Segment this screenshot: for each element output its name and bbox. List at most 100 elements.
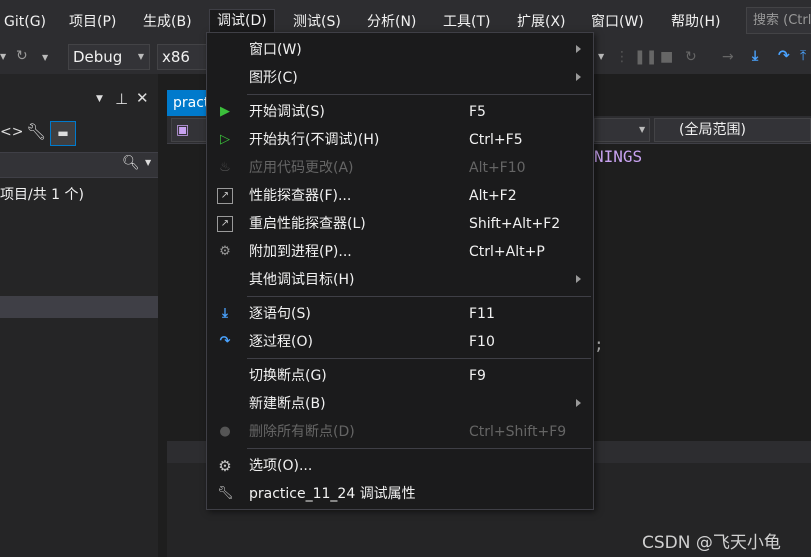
search-input[interactable]: 搜索 (Ctrl+Q) xyxy=(746,7,811,34)
menu-item-label: 应用代码更改(A) xyxy=(249,160,354,176)
menu-item-shortcut: Ctrl+Alt+P xyxy=(469,244,545,260)
flame-icon: ♨ xyxy=(219,160,231,175)
menu-item-apply-code-changes: ♨ 应用代码更改(A) Alt+F10 xyxy=(207,154,593,182)
menu-item-label: practice_11_24 调试属性 xyxy=(249,486,416,502)
step-out-icon[interactable]: ⤒ xyxy=(800,46,806,66)
menu-item-step-into[interactable]: ⤓ 逐语句(S) F11 xyxy=(207,300,593,328)
menu-item-label: 开始调试(S) xyxy=(249,104,325,120)
chevron-down-icon[interactable]: ▼ xyxy=(96,94,103,104)
menu-item-label: 其他调试目标(H) xyxy=(249,272,355,288)
editor-tab[interactable]: practice_11_24.c xyxy=(167,90,207,116)
play-outline-icon: ▷ xyxy=(220,132,230,147)
menu-project[interactable]: 项目(P) xyxy=(69,10,116,34)
menu-item-graphics[interactable]: 图形(C) xyxy=(207,64,593,92)
delete-breakpoints-icon: ● xyxy=(219,424,231,439)
project-icon: ▣ xyxy=(176,122,190,138)
panel-header: ▼ ⊥ ✕ xyxy=(0,88,158,116)
config-combo[interactable]: Debug ▼ xyxy=(68,44,150,70)
code-icon[interactable]: <> xyxy=(0,124,23,140)
pin-icon[interactable]: ⊥ xyxy=(115,90,128,108)
search-icon[interactable]: 🔍︎ xyxy=(122,155,140,171)
menu-test[interactable]: 测试(S) xyxy=(293,10,341,34)
chevron-down-icon[interactable]: ▼ xyxy=(145,158,151,167)
menu-item-label: 重启性能探查器(L) xyxy=(249,216,366,232)
step-over-icon[interactable]: ↷ xyxy=(778,46,790,66)
menu-item-label: 图形(C) xyxy=(249,70,298,86)
menu-git[interactable]: Git(G) xyxy=(4,10,46,34)
close-icon[interactable]: ✕ xyxy=(136,89,149,107)
step-over-icon: ↷ xyxy=(219,334,231,349)
watermark: CSDN @飞天小龟 xyxy=(642,533,781,553)
menu-separator xyxy=(247,358,591,359)
menu-item-options[interactable]: ⚙ 选项(O)... xyxy=(207,452,593,480)
chevron-down-icon: ▼ xyxy=(639,125,646,134)
menu-item-attach-to-process[interactable]: ⚙ 附加到进程(P)... Ctrl+Alt+P xyxy=(207,238,593,266)
menu-item-start-debugging[interactable]: ▶ 开始调试(S) F5 xyxy=(207,98,593,126)
panel-search-bar[interactable]: 🔍︎ ▼ xyxy=(0,152,158,178)
platform-value: x86 xyxy=(162,48,190,66)
menu-item-shortcut: F11 xyxy=(469,306,495,322)
restart-icon[interactable]: ↻ xyxy=(685,47,697,67)
solution-explorer-panel: ▼ ⊥ ✕ <> 🔧︎ ▬ 🔍︎ ▼ 项目/共 1 个) xyxy=(0,74,158,557)
step-into-icon: ⤓ xyxy=(222,306,228,321)
config-value: Debug xyxy=(73,48,123,66)
perf-chart-icon: ↗ xyxy=(217,188,233,204)
stop-icon[interactable]: ■ xyxy=(660,47,673,67)
menu-item-shortcut: Ctrl+Shift+F9 xyxy=(469,424,567,440)
pause-icon[interactable]: ❚❚ xyxy=(634,47,657,67)
menu-build[interactable]: 生成(B) xyxy=(143,10,192,34)
menu-item-performance-profiler[interactable]: ↗ 性能探查器(F)... Alt+F2 xyxy=(207,182,593,210)
chevron-down-icon[interactable]: ▼ xyxy=(598,47,604,67)
menu-item-label: 新建断点(B) xyxy=(249,396,326,412)
menu-help[interactable]: 帮助(H) xyxy=(671,10,720,34)
menu-item-label: 窗口(W) xyxy=(249,42,302,58)
chevron-down-icon[interactable]: ▼ xyxy=(42,48,48,68)
step-into-icon[interactable]: ⤓ xyxy=(752,46,758,66)
menu-separator xyxy=(247,94,591,95)
redo-icon[interactable]: ↻ xyxy=(16,46,28,66)
menu-item-other-debug-targets[interactable]: 其他调试目标(H) xyxy=(207,266,593,294)
menu-item-shortcut: Shift+Alt+F2 xyxy=(469,216,561,232)
preview-toggle-icon[interactable]: ▬ xyxy=(50,121,76,146)
debug-menu: 窗口(W) 图形(C) ▶ 开始调试(S) F5 ▷ 开始执行(不调试)(H) … xyxy=(206,32,594,510)
submenu-arrow-icon xyxy=(576,45,581,53)
global-scope-value: (全局范围) xyxy=(679,122,746,138)
show-next-statement-icon[interactable]: → xyxy=(722,47,734,67)
menu-item-label: 删除所有断点(D) xyxy=(249,424,355,440)
menu-tools[interactable]: 工具(T) xyxy=(443,10,490,34)
menu-item-label: 逐语句(S) xyxy=(249,306,311,322)
menu-separator xyxy=(247,296,591,297)
menu-item-relaunch-profiler[interactable]: ↗ 重启性能探查器(L) Shift+Alt+F2 xyxy=(207,210,593,238)
menu-item-shortcut: F10 xyxy=(469,334,495,350)
menu-item-shortcut: Ctrl+F5 xyxy=(469,132,523,148)
solution-summary[interactable]: 项目/共 1 个) xyxy=(0,184,84,204)
wrench-icon[interactable]: 🔧︎ xyxy=(26,122,46,141)
scope-combo[interactable]: ▼ xyxy=(594,118,650,142)
chevron-down-icon[interactable]: ▼ xyxy=(0,47,6,67)
menu-item-label: 性能探查器(F)... xyxy=(249,188,352,204)
menu-window[interactable]: 窗口(W) xyxy=(591,10,644,34)
play-solid-icon: ▶ xyxy=(220,104,230,119)
menu-analyze[interactable]: 分析(N) xyxy=(367,10,416,34)
selected-row[interactable] xyxy=(0,296,158,318)
menu-item-start-without-debugging[interactable]: ▷ 开始执行(不调试)(H) Ctrl+F5 xyxy=(207,126,593,154)
platform-combo[interactable]: x86 xyxy=(157,44,207,70)
wrench-icon: 🔧︎ xyxy=(217,486,234,501)
global-scope-combo[interactable]: (全局范围) xyxy=(654,118,811,142)
gear-icon: ⚙ xyxy=(218,457,232,475)
menu-item-shortcut: Alt+F2 xyxy=(469,188,517,204)
menu-item-debug-properties[interactable]: 🔧︎ practice_11_24 调试属性 xyxy=(207,480,593,508)
menu-separator xyxy=(247,448,591,449)
toolbar-grip: ⋮ xyxy=(615,49,629,65)
menu-item-step-over[interactable]: ↷ 逐过程(O) F10 xyxy=(207,328,593,356)
menu-item-new-breakpoint[interactable]: 新建断点(B) xyxy=(207,390,593,418)
menu-item-delete-all-breakpoints: ● 删除所有断点(D) Ctrl+Shift+F9 xyxy=(207,418,593,446)
gears-icon: ⚙ xyxy=(219,244,231,259)
code-token-warnings: NINGS xyxy=(594,147,643,166)
menu-item-label: 选项(O)... xyxy=(249,458,313,474)
menu-item-windows[interactable]: 窗口(W) xyxy=(207,36,593,64)
menu-item-label: 切换断点(G) xyxy=(249,368,327,384)
menu-item-toggle-breakpoint[interactable]: 切换断点(G) F9 xyxy=(207,362,593,390)
project-nav-combo[interactable]: ▣ practice_11_24 xyxy=(171,118,282,160)
menu-extensions[interactable]: 扩展(X) xyxy=(517,10,566,34)
